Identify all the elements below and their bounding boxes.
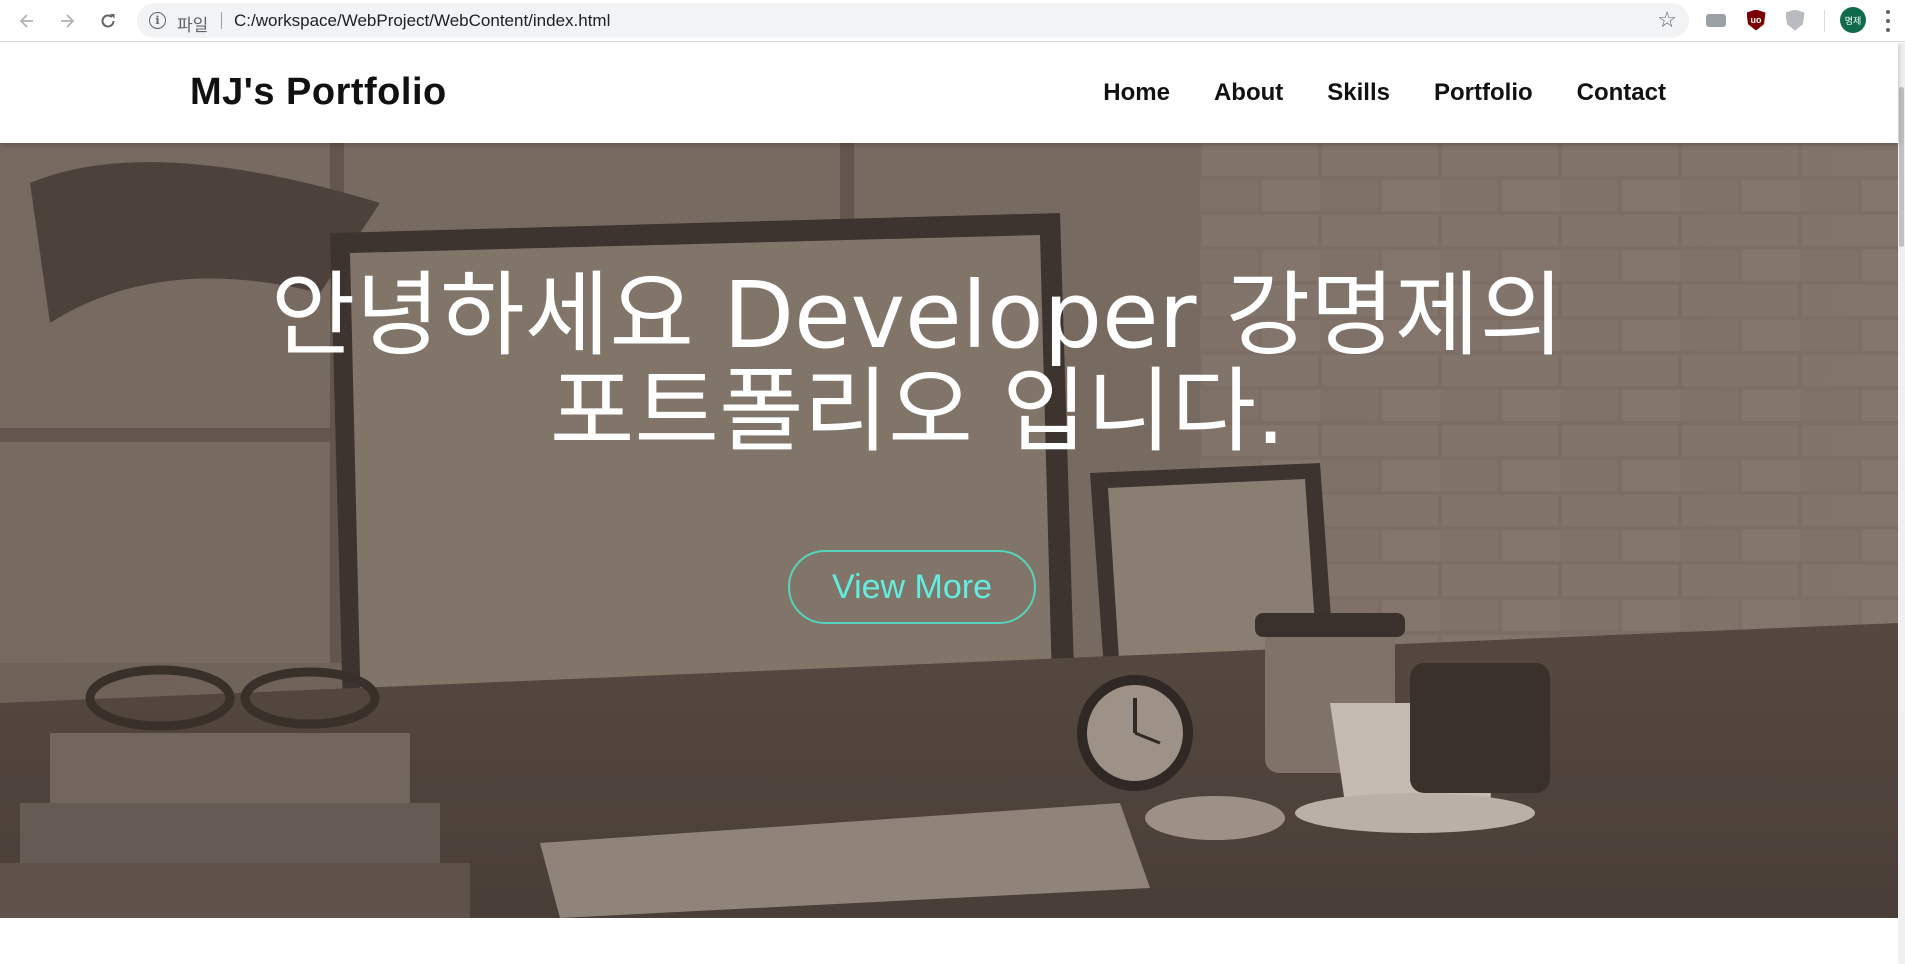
- nav-skills[interactable]: Skills: [1327, 79, 1390, 107]
- nav-contact[interactable]: Contact: [1577, 79, 1666, 107]
- arrow-left-icon: [19, 14, 33, 28]
- nav-about[interactable]: About: [1214, 79, 1283, 107]
- hero-section: 안녕하세요 Developer 강명제의 포트폴리오 입니다. View Mor…: [0, 143, 1898, 918]
- address-bar[interactable]: i 파일 C:/workspace/WebProject/WebContent/…: [137, 3, 1689, 38]
- scheme-label: 파일: [177, 16, 209, 36]
- browser-menu-icon[interactable]: [1883, 8, 1893, 34]
- back-button[interactable]: [12, 6, 42, 36]
- site-logo[interactable]: MJ's Portfolio: [190, 71, 447, 114]
- scrollbar-thumb[interactable]: [1899, 87, 1904, 247]
- url-text[interactable]: C:/workspace/WebProject/WebContent/index…: [234, 11, 610, 31]
- arrow-right-icon: [61, 14, 75, 28]
- forward-button[interactable]: [52, 6, 82, 36]
- view-more-button[interactable]: View More: [788, 550, 1036, 624]
- extension-badge: uo: [1746, 9, 1766, 31]
- nav-portfolio[interactable]: Portfolio: [1434, 79, 1533, 107]
- page-content-below: [0, 918, 1898, 964]
- extension-shield-icon[interactable]: [1784, 9, 1806, 31]
- site-header: MJ's Portfolio Home About Skills Portfol…: [0, 43, 1898, 143]
- reload-button[interactable]: [93, 6, 123, 36]
- browser-toolbar: i 파일 C:/workspace/WebProject/WebContent/…: [0, 0, 1905, 42]
- site-nav: Home About Skills Portfolio Contact: [1103, 79, 1666, 107]
- hero-background-image: [0, 143, 1898, 918]
- hero-title-line2: 포트폴리오 입니다.: [549, 358, 1286, 465]
- nav-home[interactable]: Home: [1103, 79, 1170, 107]
- page-viewport: MJ's Portfolio Home About Skills Portfol…: [0, 43, 1905, 964]
- info-icon[interactable]: i: [149, 12, 166, 29]
- page-scrollbar[interactable]: [1898, 43, 1905, 964]
- toolbar-divider: [1824, 10, 1825, 32]
- extension-cast-icon[interactable]: [1705, 9, 1727, 31]
- address-divider: [221, 12, 222, 29]
- reload-icon: [101, 14, 115, 28]
- profile-avatar[interactable]: 명제: [1840, 7, 1866, 33]
- extension-ublock-icon[interactable]: uo: [1745, 9, 1767, 31]
- hero-title-line1: 안녕하세요 Developer 강명제의: [270, 262, 1565, 369]
- bookmark-star-icon[interactable]: ☆: [1657, 9, 1677, 31]
- hero-title: 안녕하세요 Developer 강명제의 포트폴리오 입니다.: [0, 268, 1835, 460]
